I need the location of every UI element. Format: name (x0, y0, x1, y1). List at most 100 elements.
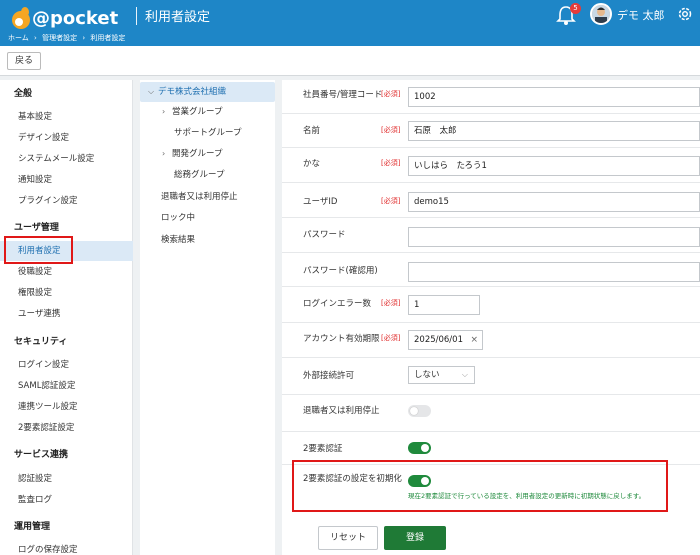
chevron-right-icon[interactable]: › (162, 144, 172, 164)
tree-node-search-results[interactable]: 検索結果 (140, 230, 275, 250)
sidebar-item-log-retention[interactable]: ログの保存設定 (0, 540, 133, 555)
external-access-select[interactable]: しない ⌵ (408, 366, 475, 384)
breadcrumb-home[interactable]: ホーム (8, 34, 29, 42)
tree-node-retired[interactable]: 退職者又は利用停止 (140, 187, 275, 207)
sidebar-item-notification[interactable]: 通知設定 (0, 170, 133, 190)
password-confirm-label: パスワード(確認用) (303, 266, 378, 276)
tree-node-label: 総務グループ (174, 170, 225, 180)
tree-node-locked[interactable]: ロック中 (140, 208, 275, 228)
tree-node-sales[interactable]: › 営業グループ (140, 102, 275, 122)
retired-label: 退職者又は利用停止 (303, 406, 380, 416)
tree-node-development[interactable]: › 開発グループ (140, 144, 275, 164)
highlight-box-user-settings (4, 236, 73, 264)
sidebar-item-plugin[interactable]: プラグイン設定 (0, 191, 133, 211)
app-header: @pocket 利用者設定 ホーム › 管理者設定 › 利用者設定 5 デモ 太… (0, 0, 700, 46)
sidebar-item-permission-settings[interactable]: 権限設定 (0, 283, 133, 303)
name-input[interactable]: 石原 太郎 (408, 121, 700, 141)
employee-id-label: 社員番号/管理コード (303, 90, 383, 100)
avatar[interactable] (590, 3, 612, 25)
password-label: パスワード (303, 230, 346, 240)
external-access-value: しない (414, 370, 440, 380)
password-input[interactable] (408, 227, 700, 247)
clear-icon[interactable]: × (470, 331, 478, 349)
required-badge: [必須] (381, 197, 401, 205)
sidebar-item-audit-log[interactable]: 監査ログ (0, 490, 133, 510)
notification-badge: 5 (570, 3, 581, 14)
sidebar-item-two-factor[interactable]: 2要素認証設定 (0, 418, 133, 438)
chevron-down-icon: ⌵ (461, 370, 468, 379)
form-row-account-expiry: アカウント有効期限 [必須] 2025/06/01 × (282, 323, 700, 358)
settings-sidebar: 全般 基本設定 デザイン設定 システムメール設定 通知設定 プラグイン設定 ユー… (0, 80, 133, 555)
two-factor-toggle[interactable] (408, 442, 431, 454)
employee-id-input[interactable]: 1002 (408, 87, 700, 107)
form-row-external-access: 外部接続許可 しない ⌵ (282, 358, 700, 395)
save-button[interactable]: 登録 (384, 526, 446, 550)
gear-icon[interactable] (676, 5, 694, 23)
tree-node-label: サポートグループ (174, 128, 242, 138)
tree-node-label: 開発グループ (172, 149, 223, 159)
chevron-down-icon[interactable]: ⌵ (148, 82, 158, 102)
sidebar-item-login-settings[interactable]: ログイン設定 (0, 355, 133, 375)
breadcrumb-separator: › (34, 34, 37, 42)
required-badge: [必須] (381, 299, 401, 307)
account-expiry-date-input[interactable]: 2025/06/01 × (408, 330, 483, 350)
required-badge: [必須] (381, 334, 401, 342)
breadcrumb-admin-settings[interactable]: 管理者設定 (42, 34, 77, 42)
account-expiry-value: 2025/06/01 (414, 335, 463, 345)
sidebar-section-service-integration: サービス連携 (14, 450, 69, 460)
required-badge: [必須] (381, 159, 401, 167)
sidebar-item-saml[interactable]: SAML認証設定 (0, 376, 133, 396)
form-row-login-errors: ログインエラー数 [必須] 1 (282, 287, 700, 323)
sidebar-item-user-sync[interactable]: ユーザ連携 (0, 304, 133, 324)
form-row-retired: 退職者又は利用停止 (282, 395, 700, 432)
sidebar-section-operations: 運用管理 (14, 522, 51, 532)
highlight-box-reset-two-factor (292, 460, 668, 512)
login-errors-input[interactable]: 1 (408, 295, 480, 315)
tree-node-general-affairs[interactable]: 総務グループ (140, 165, 275, 185)
form-row-name: 名前 [必須] 石原 太郎 (282, 114, 700, 148)
sidebar-section-security: セキュリティ (14, 337, 68, 347)
external-access-label: 外部接続許可 (303, 371, 355, 381)
sidebar-item-design-settings[interactable]: デザイン設定 (0, 128, 133, 148)
organization-tree: ⌵ デモ株式会社組織 › 営業グループ サポートグループ › 開発グループ 総務グルー… (140, 80, 275, 555)
two-factor-label: 2要素認証 (303, 444, 343, 454)
user-id-label: ユーザID (303, 197, 338, 207)
action-bar: 戻る (0, 46, 700, 76)
user-id-input[interactable]: demo15 (408, 192, 700, 212)
tree-node-label: 営業グループ (172, 107, 223, 117)
back-button[interactable]: 戻る (7, 52, 41, 70)
form-row-password: パスワード (282, 218, 700, 253)
sidebar-item-auth-settings[interactable]: 認証設定 (0, 469, 133, 489)
user-name[interactable]: デモ 太郎 (617, 7, 665, 23)
login-errors-label: ログインエラー数 (303, 299, 372, 309)
form-row-kana: かな [必須] いしはら たろう1 (282, 148, 700, 183)
required-badge: [必須] (381, 90, 401, 98)
password-confirm-input[interactable] (408, 262, 700, 282)
tree-node-label: デモ株式会社組織 (158, 87, 227, 97)
form-row-employee-id: 社員番号/管理コード [必須] 1002 (282, 80, 700, 114)
account-expiry-label: アカウント有効期限 (303, 334, 380, 344)
form-row-user-id: ユーザID [必須] demo15 (282, 183, 700, 218)
breadcrumb-current: 利用者設定 (90, 34, 126, 42)
name-label: 名前 (303, 126, 321, 136)
reset-button[interactable]: リセット (318, 526, 378, 550)
sidebar-section-general: 全般 (14, 89, 33, 99)
page-title: 利用者設定 (145, 10, 211, 25)
user-photo-icon (592, 5, 610, 23)
sidebar-section-user-management: ユーザ管理 (14, 223, 59, 233)
required-badge: [必須] (381, 126, 401, 134)
chevron-right-icon[interactable]: › (162, 102, 172, 122)
app-logo-text[interactable]: @pocket (32, 8, 118, 29)
header-divider (136, 7, 137, 25)
tree-node-support[interactable]: サポートグループ (140, 123, 275, 143)
kana-label: かな (303, 159, 321, 169)
kana-input[interactable]: いしはら たろう1 (408, 156, 700, 176)
tree-node-root[interactable]: ⌵ デモ株式会社組織 (140, 82, 275, 102)
sidebar-item-integration-tools[interactable]: 連携ツール設定 (0, 397, 133, 417)
retired-toggle[interactable] (408, 405, 431, 417)
sidebar-item-position-settings[interactable]: 役職設定 (0, 262, 133, 282)
form-row-password-confirm: パスワード(確認用) (282, 253, 700, 287)
sidebar-item-system-mail[interactable]: システムメール設定 (0, 149, 133, 169)
breadcrumb: ホーム › 管理者設定 › 利用者設定 (8, 33, 128, 43)
sidebar-item-basic-settings[interactable]: 基本設定 (0, 107, 133, 127)
